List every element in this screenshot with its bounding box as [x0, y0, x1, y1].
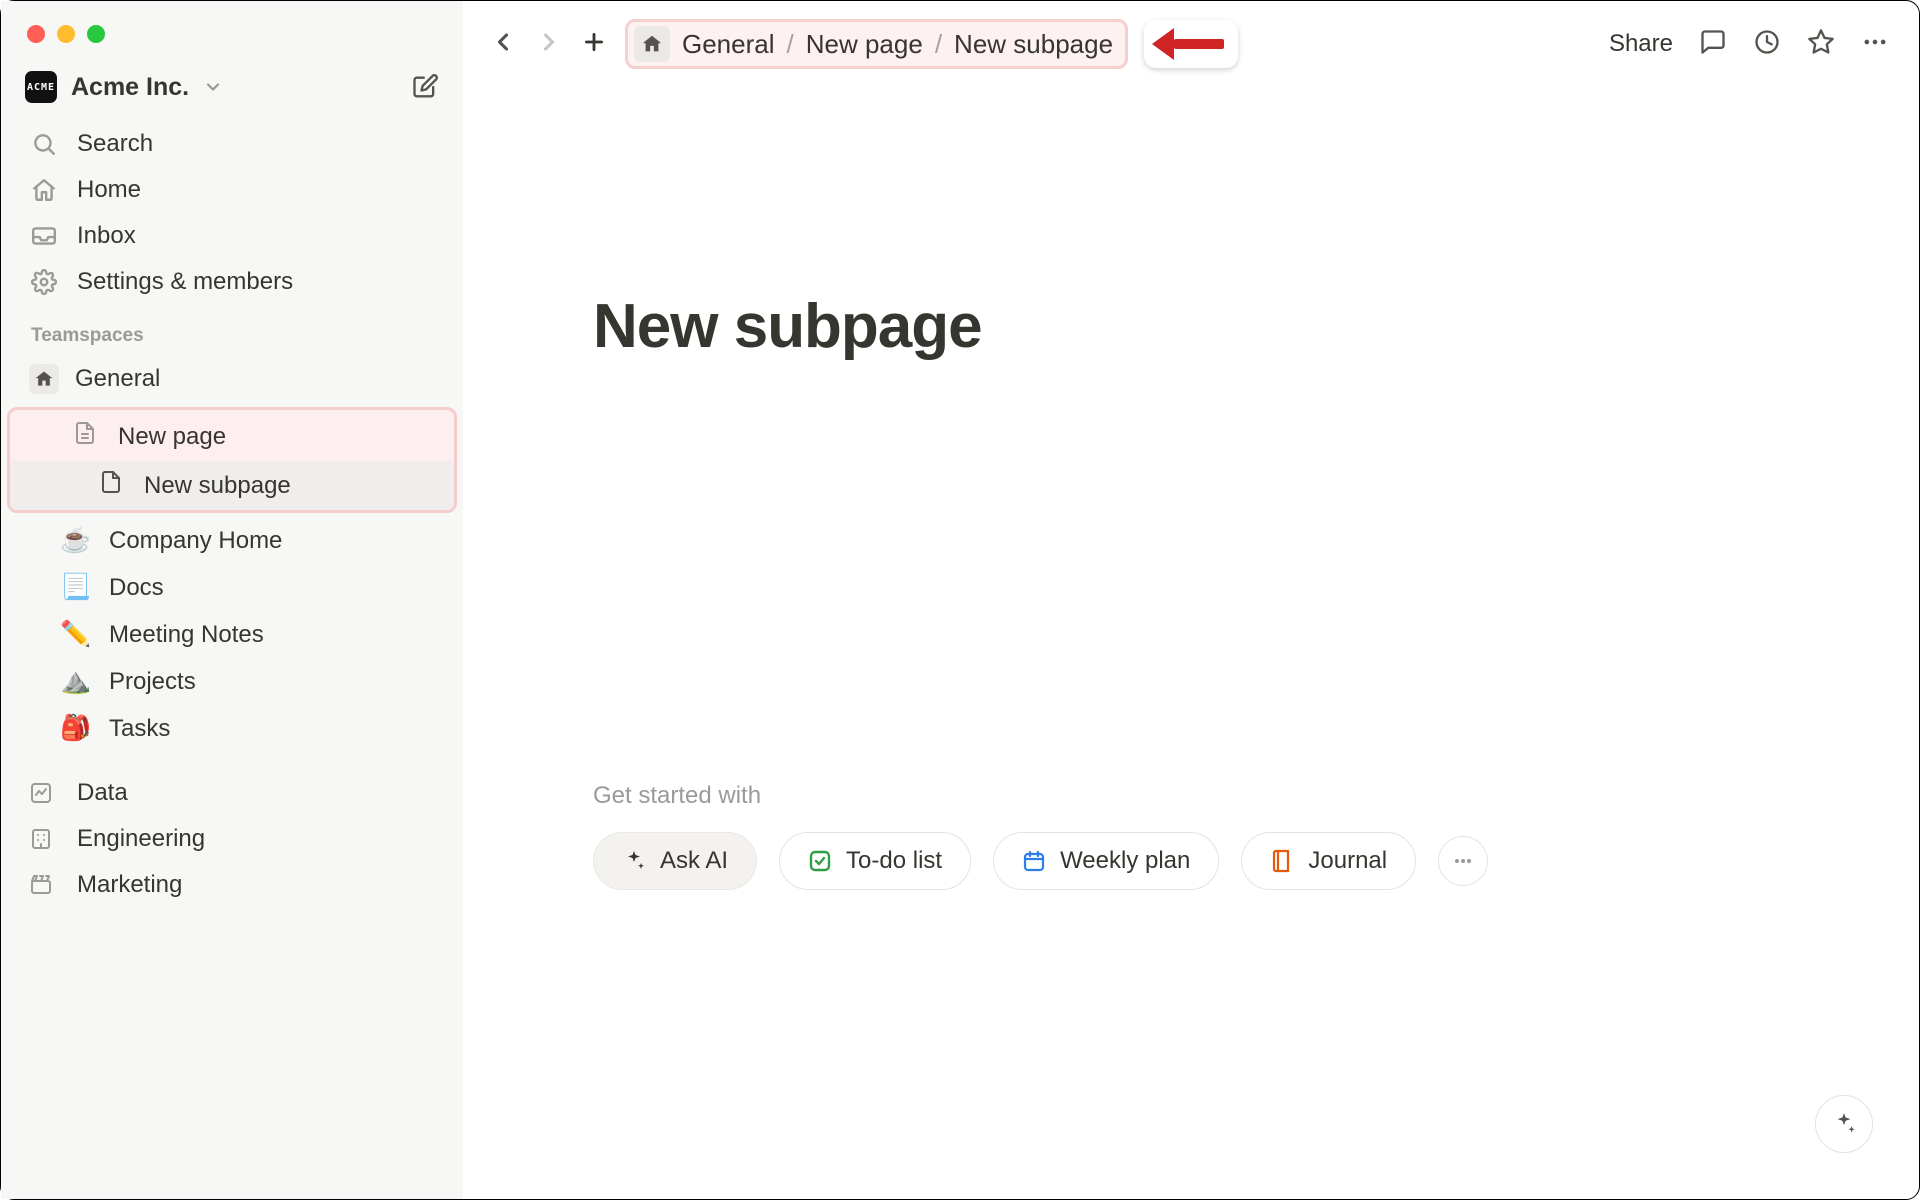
sidebar: ACME Acme Inc. Search Home Inbox Setting — [1, 1, 463, 1199]
checkbox-icon — [808, 849, 832, 873]
building-icon — [29, 827, 59, 851]
sidebar-item-inbox[interactable]: Inbox — [1, 213, 463, 259]
sidebar-item-label: Settings & members — [77, 268, 293, 296]
share-button[interactable]: Share — [1609, 30, 1673, 58]
tree-label: Company Home — [109, 527, 282, 555]
close-window-icon[interactable] — [27, 25, 45, 43]
teamspace-marketing[interactable]: Marketing — [1, 862, 463, 908]
workspace-switcher[interactable]: ACME Acme Inc. — [1, 65, 463, 121]
teamspace-data[interactable]: Data — [1, 770, 463, 816]
breadcrumb: General / New page / New subpage — [625, 19, 1128, 69]
tree-label: Docs — [109, 574, 164, 602]
book-icon — [1270, 849, 1294, 873]
sidebar-item-home[interactable]: Home — [1, 167, 463, 213]
more-icon[interactable] — [1861, 28, 1889, 61]
tree-item-projects[interactable]: ⛰️ Projects — [1, 658, 463, 705]
chip-label: Weekly plan — [1060, 847, 1190, 875]
tree-label: Marketing — [77, 871, 182, 899]
house-icon — [29, 364, 59, 394]
emoji-icon: 📃 — [59, 573, 93, 602]
tree-item-tasks[interactable]: 🎒 Tasks — [1, 705, 463, 752]
sidebar-item-settings[interactable]: Settings & members — [1, 259, 463, 305]
ai-fab[interactable] — [1815, 1095, 1873, 1153]
tree-label: New subpage — [144, 472, 291, 500]
favorite-icon[interactable] — [1807, 28, 1835, 61]
tree-label: Engineering — [77, 825, 205, 853]
sidebar-item-label: Inbox — [77, 222, 136, 250]
window-controls — [1, 11, 463, 65]
tree-label: Data — [77, 779, 128, 807]
tree-label: Projects — [109, 668, 196, 696]
tree-label: New page — [118, 423, 226, 451]
home-icon — [29, 177, 59, 203]
chip-label: Ask AI — [660, 847, 728, 875]
tree-item-new-page[interactable]: New page — [10, 412, 454, 461]
tree-item-docs[interactable]: 📃 Docs — [1, 564, 463, 611]
inbox-icon — [29, 223, 59, 249]
search-icon — [29, 131, 59, 157]
tree-item-new-subpage[interactable]: New subpage — [10, 461, 454, 510]
workspace-name: Acme Inc. — [71, 73, 189, 102]
chip-todo[interactable]: To-do list — [779, 832, 971, 890]
comments-icon[interactable] — [1699, 28, 1727, 61]
breadcrumb-item-general[interactable]: General — [682, 29, 775, 60]
sidebar-section-teamspaces: Teamspaces — [1, 305, 463, 355]
sidebar-item-label: Search — [77, 130, 153, 158]
chip-label: To-do list — [846, 847, 942, 875]
starter-label: Get started with — [593, 782, 1919, 810]
chip-more[interactable] — [1438, 836, 1488, 886]
tree-item-meeting-notes[interactable]: ✏️ Meeting Notes — [1, 611, 463, 658]
sidebar-item-label: Home — [77, 176, 141, 204]
teamspace-general[interactable]: General — [1, 355, 463, 403]
sidebar-item-search[interactable]: Search — [1, 121, 463, 167]
annotation-arrow — [1144, 20, 1238, 68]
compose-button[interactable] — [411, 73, 439, 101]
starter-templates: Get started with Ask AI To-do list Weekl… — [463, 362, 1919, 890]
chip-journal[interactable]: Journal — [1241, 832, 1416, 890]
nav-back-button[interactable] — [483, 22, 523, 67]
chip-label: Journal — [1308, 847, 1387, 875]
new-tab-button[interactable] — [575, 23, 613, 66]
main-content: General / New page / New subpage Share N… — [463, 1, 1919, 1199]
emoji-icon: ✏️ — [59, 620, 93, 649]
calendar-icon — [1022, 849, 1046, 873]
emoji-icon: 🎒 — [59, 714, 93, 743]
sparkle-icon — [622, 849, 646, 873]
nav-forward-button[interactable] — [529, 22, 569, 67]
tree-label: Meeting Notes — [109, 621, 264, 649]
updates-icon[interactable] — [1753, 28, 1781, 61]
chip-ask-ai[interactable]: Ask AI — [593, 832, 757, 890]
chart-icon — [29, 781, 59, 805]
teamspace-engineering[interactable]: Engineering — [1, 816, 463, 862]
highlighted-tree: New page New subpage — [7, 407, 457, 513]
topbar-actions: Share — [1609, 28, 1889, 61]
page-icon — [94, 470, 128, 501]
clapperboard-icon — [29, 873, 59, 897]
tree-label: General — [75, 365, 160, 393]
tree-item-company-home[interactable]: ☕ Company Home — [1, 517, 463, 564]
workspace-badge: ACME — [25, 71, 57, 103]
zoom-window-icon[interactable] — [87, 25, 105, 43]
house-icon[interactable] — [634, 26, 670, 62]
tree-label: Tasks — [109, 715, 170, 743]
page-icon — [68, 421, 102, 452]
chevron-down-icon — [203, 77, 223, 97]
breadcrumb-item-new-subpage[interactable]: New subpage — [954, 29, 1113, 60]
topbar: General / New page / New subpage Share — [463, 1, 1919, 81]
gear-icon — [29, 269, 59, 295]
minimize-window-icon[interactable] — [57, 25, 75, 43]
emoji-icon: ⛰️ — [59, 667, 93, 696]
chip-weekly[interactable]: Weekly plan — [993, 832, 1219, 890]
breadcrumb-item-new-page[interactable]: New page — [806, 29, 923, 60]
page-title[interactable]: New subpage — [463, 81, 1919, 362]
emoji-icon: ☕ — [59, 526, 93, 555]
breadcrumb-separator: / — [787, 29, 794, 60]
breadcrumb-separator: / — [935, 29, 942, 60]
